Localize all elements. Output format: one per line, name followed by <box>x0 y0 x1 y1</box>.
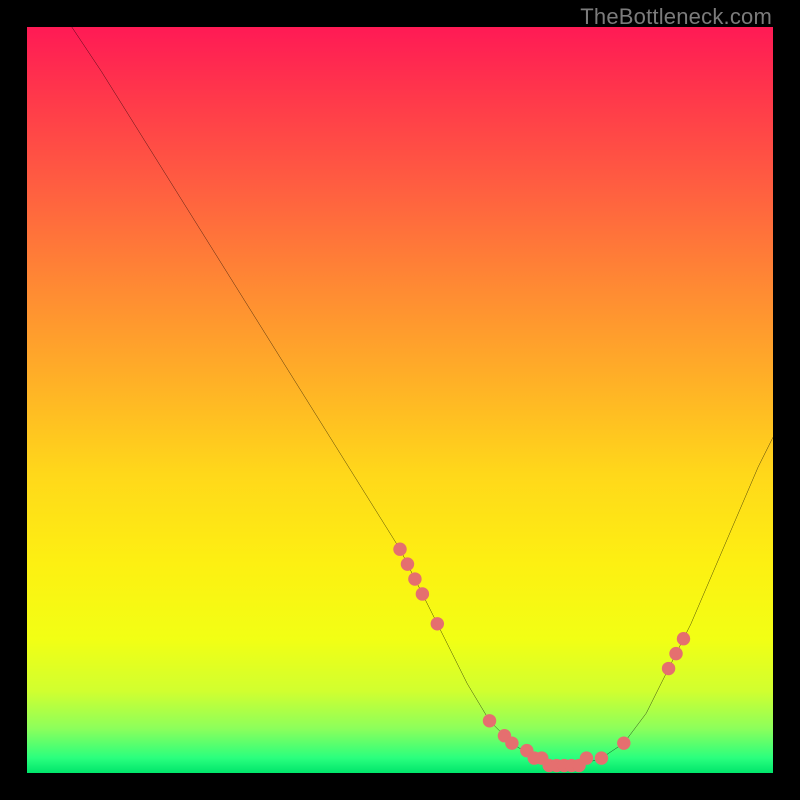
chart-frame: TheBottleneck.com <box>0 0 800 800</box>
data-point <box>595 751 608 764</box>
data-point <box>401 557 414 570</box>
data-point <box>393 542 406 555</box>
curve-data-points <box>393 542 690 772</box>
data-point <box>669 647 682 660</box>
data-point <box>677 632 690 645</box>
plot-area <box>27 27 773 773</box>
bottleneck-curve <box>72 27 773 766</box>
watermark-text: TheBottleneck.com <box>580 4 772 30</box>
data-point <box>662 662 675 675</box>
data-point <box>483 714 496 727</box>
data-point <box>416 587 429 600</box>
data-point <box>580 751 593 764</box>
curve-layer <box>27 27 773 773</box>
data-point <box>617 736 630 749</box>
data-point <box>408 572 421 585</box>
data-point <box>505 736 518 749</box>
data-point <box>431 617 444 630</box>
